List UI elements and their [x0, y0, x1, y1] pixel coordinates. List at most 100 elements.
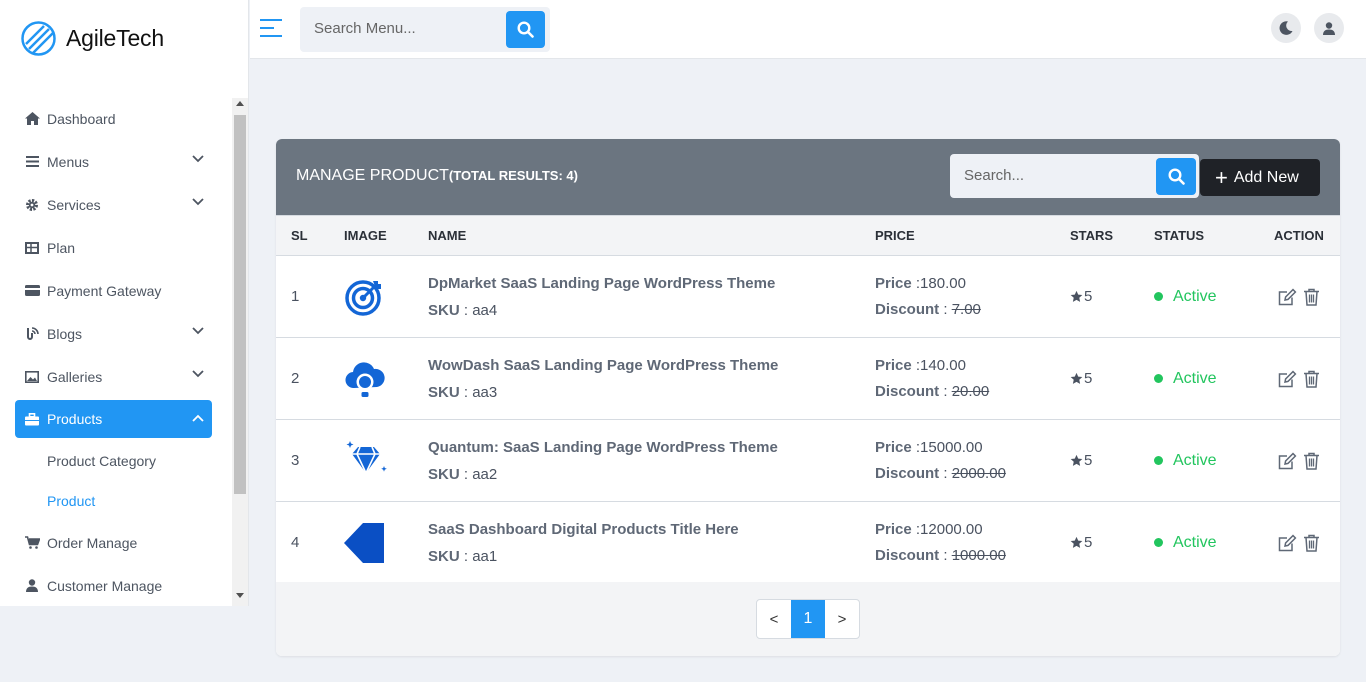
stars-value: 5: [1084, 534, 1093, 551]
menu-search-button[interactable]: [506, 11, 545, 48]
manage-product-card: MANAGE PRODUCT(TOTAL RESULTS: 4) + Add N…: [276, 139, 1340, 656]
product-search-button[interactable]: [1156, 158, 1196, 195]
sidebar-menu: Dashboard Menus Services Plan Payment Ga…: [15, 97, 212, 607]
sidebar-item-services[interactable]: Services: [15, 183, 212, 226]
table-icon: [24, 240, 40, 256]
table-row: 3 Quantum: SaaS Landing Page WordPress Th…: [276, 420, 1340, 502]
chevron-down-icon: [192, 370, 204, 378]
status-dot: [1154, 374, 1163, 383]
status-dot: [1154, 456, 1163, 465]
delete-icon[interactable]: [1303, 452, 1320, 470]
scroll-up-arrow-icon[interactable]: [236, 101, 244, 106]
theme-toggle-button[interactable]: [1271, 13, 1301, 43]
row-name-cell: SaaS Dashboard Digital Products Title He…: [413, 502, 860, 584]
row-price-cell: Price :15000.00 Discount : 2000.00: [860, 420, 1055, 502]
sku-value: aa1: [472, 547, 498, 565]
stars-value: 5: [1084, 288, 1093, 305]
delete-icon[interactable]: [1303, 534, 1320, 552]
column-header-status: STATUS: [1154, 228, 1205, 243]
pagination: < 1 >: [756, 599, 860, 639]
discount-value: 1000.00: [951, 547, 1006, 564]
sidebar-subitem-product[interactable]: Product: [15, 481, 212, 521]
sidebar-item-galleries[interactable]: Galleries: [15, 355, 212, 398]
sidebar-item-label: Menus: [47, 153, 90, 170]
sidebar-item-blogs[interactable]: Blogs: [15, 312, 212, 355]
user-icon: [1323, 21, 1335, 35]
discount-label: Discount: [875, 301, 940, 318]
brand-name: AgileTech: [66, 25, 164, 51]
column-header-name: NAME: [428, 228, 467, 243]
sidebar: AgileTech Dashboard Menus Services Plan …: [0, 0, 249, 606]
price-label: Price: [875, 439, 912, 456]
sidebar-scrollbar-thumb[interactable]: [234, 115, 246, 494]
plus-icon: +: [1215, 164, 1228, 190]
product-discount: Discount : 1000.00: [875, 547, 1006, 564]
status-label: Active: [1173, 369, 1217, 387]
sidebar-toggle-icon[interactable]: [260, 19, 282, 39]
sidebar-item-menus[interactable]: Menus: [15, 140, 212, 183]
edit-icon[interactable]: [1278, 288, 1297, 306]
brand-logo[interactable]: AgileTech: [20, 20, 164, 57]
product-table: SL IMAGE NAME PRICE STARS STATUS ACTION …: [276, 215, 1340, 584]
chevron-down-icon: [192, 327, 204, 335]
row-actions: [1259, 256, 1340, 338]
pagination-next[interactable]: >: [825, 600, 859, 638]
sku-label: SKU: [428, 465, 460, 483]
sidebar-item-products[interactable]: Products: [15, 400, 212, 438]
briefcase-icon: [24, 411, 40, 427]
product-sku: SKU : aa3: [428, 383, 498, 401]
menu-search: [300, 7, 550, 52]
credit-card-icon: [24, 283, 40, 299]
sidebar-item-order-manage[interactable]: Order Manage: [15, 521, 212, 564]
delete-icon[interactable]: [1303, 370, 1320, 388]
price-value: 140.00: [920, 357, 966, 374]
row-status: Active: [1139, 420, 1259, 502]
diamond-logo-icon: [344, 439, 413, 483]
table-row: 4 SaaS Dashboard Digital Products Title H…: [276, 502, 1340, 584]
cloud-bulb-logo-icon: [344, 358, 413, 400]
pagination-prev[interactable]: <: [757, 600, 791, 638]
star-icon: [1070, 536, 1083, 548]
row-stars: 5: [1055, 256, 1139, 338]
stars-value: 5: [1084, 370, 1093, 387]
row-image: [329, 256, 413, 338]
sidebar-item-plan[interactable]: Plan: [15, 226, 212, 269]
scroll-down-arrow-icon[interactable]: [236, 593, 244, 598]
sidebar-item-payment-gateway[interactable]: Payment Gateway: [15, 269, 212, 312]
discount-value: 7.00: [951, 301, 981, 318]
product-price: Price :12000.00: [875, 521, 983, 538]
pagination-page[interactable]: 1: [791, 600, 825, 638]
profile-button[interactable]: [1314, 13, 1344, 43]
status-badge: Active: [1154, 288, 1259, 306]
edit-icon[interactable]: [1278, 452, 1297, 470]
product-search-input[interactable]: [964, 167, 1144, 184]
sku-label: SKU: [428, 547, 460, 565]
chevron-down-icon: [192, 198, 204, 206]
price-value: 180.00: [920, 275, 966, 292]
edit-icon[interactable]: [1278, 370, 1297, 388]
moon-icon: [1279, 21, 1293, 35]
edit-icon[interactable]: [1278, 534, 1297, 552]
product-sku: SKU : aa2: [428, 465, 498, 483]
sidebar-item-label: Services: [47, 196, 101, 213]
topbar: [250, 0, 1366, 59]
home-icon: [24, 111, 40, 127]
menu-search-input[interactable]: [314, 20, 504, 37]
card-header: MANAGE PRODUCT(TOTAL RESULTS: 4) + Add N…: [276, 139, 1340, 215]
agiletech-logo-icon: [21, 21, 56, 56]
user-icon: [24, 578, 40, 594]
gear-icon: [24, 197, 40, 213]
price-label: Price: [875, 357, 912, 374]
add-new-button[interactable]: + Add New: [1200, 159, 1320, 196]
delete-icon[interactable]: [1303, 288, 1320, 306]
product-discount: Discount : 7.00: [875, 301, 981, 318]
sidebar-item-customer-manage[interactable]: Customer Manage: [15, 564, 212, 607]
sku-label: SKU: [428, 301, 460, 319]
status-badge: Active: [1154, 452, 1259, 470]
sidebar-item-dashboard[interactable]: Dashboard: [15, 97, 212, 140]
row-stars: 5: [1055, 502, 1139, 584]
price-label: Price: [875, 521, 912, 538]
chevron-down-icon: [192, 155, 204, 163]
product-discount: Discount : 2000.00: [875, 465, 1006, 482]
sidebar-subitem-product-category[interactable]: Product Category: [15, 441, 212, 481]
